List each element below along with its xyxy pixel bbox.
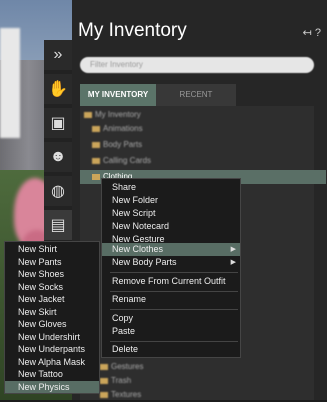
header-icons[interactable]: ↤ ?	[303, 26, 321, 39]
tree-row-label: Animations	[103, 124, 143, 133]
tree-row[interactable]: Gestures	[80, 360, 327, 374]
submenu-arrow-icon: ▶	[230, 259, 236, 266]
suitcase-icon[interactable]: ▤	[44, 210, 72, 240]
contact-card-icon[interactable]: ▣	[44, 108, 72, 138]
menu-item-new-clothes[interactable]: New Clothes ▶	[102, 243, 240, 256]
submenu-item-new-jacket[interactable]: New Jacket	[5, 293, 99, 305]
menu-item-remove-from-outfit[interactable]: Remove From Current Outfit	[102, 275, 240, 288]
folder-icon	[100, 391, 108, 398]
filter-input[interactable]: Filter Inventory	[80, 57, 314, 73]
folder-icon	[100, 377, 108, 384]
submenu-item-new-physics[interactable]: New Physics	[5, 381, 99, 393]
submenu-item-new-tattoo[interactable]: New Tattoo	[5, 368, 99, 380]
menu-item-new-body-parts[interactable]: New Body Parts ▶	[102, 256, 240, 269]
new-clothes-submenu: New Shirt New Pants New Shoes New Socks …	[4, 241, 100, 394]
menu-item-copy[interactable]: Copy	[102, 312, 240, 325]
submenu-item-new-gloves[interactable]: New Gloves	[5, 318, 99, 330]
folder-icon	[92, 173, 100, 180]
menu-item-paste[interactable]: Paste	[102, 325, 240, 338]
side-toolbar: » ✋ ▣ ☻ ◍ ▤	[44, 40, 72, 250]
context-menu: Share New Folder New Script New Notecard…	[101, 178, 241, 358]
submenu-item-new-socks[interactable]: New Socks	[5, 281, 99, 293]
tree-row-label: Trash	[111, 376, 132, 385]
tree-row[interactable]: Body Parts	[80, 138, 326, 152]
menu-item-label: New Body Parts	[112, 257, 177, 267]
menu-separator	[110, 272, 238, 273]
tree-row[interactable]: Animations	[80, 122, 326, 136]
white-structure	[0, 28, 20, 138]
folder-icon	[92, 157, 100, 164]
tree-row[interactable]: Trash	[80, 374, 327, 388]
submenu-item-new-underpants[interactable]: New Underpants	[5, 343, 99, 355]
submenu-item-new-shoes[interactable]: New Shoes	[5, 268, 99, 280]
submenu-item-new-shirt[interactable]: New Shirt	[5, 243, 99, 255]
panel-title: My Inventory	[78, 20, 187, 41]
menu-separator	[110, 291, 238, 292]
submenu-item-new-pants[interactable]: New Pants	[5, 256, 99, 268]
tree-row-label: Calling Cards	[103, 156, 152, 165]
menu-item-rename[interactable]: Rename	[102, 293, 240, 306]
folder-icon	[84, 111, 92, 118]
menu-separator	[110, 309, 238, 310]
chevrons-right-icon[interactable]: »	[44, 40, 72, 70]
hand-icon[interactable]: ✋	[44, 74, 72, 104]
menu-item-share[interactable]: Share	[102, 181, 240, 194]
tree-row-label: My Inventory	[95, 110, 141, 119]
submenu-item-new-skirt[interactable]: New Skirt	[5, 306, 99, 318]
folder-icon	[92, 141, 100, 148]
tab-recent[interactable]: RECENT	[156, 84, 236, 106]
globe-icon[interactable]: ◍	[44, 176, 72, 206]
folder-icon	[92, 125, 100, 132]
tab-my-inventory[interactable]: MY INVENTORY	[80, 84, 156, 106]
people-icon[interactable]: ☻	[44, 142, 72, 172]
submenu-item-new-alpha-mask[interactable]: New Alpha Mask	[5, 356, 99, 368]
menu-item-label: New Clothes	[112, 244, 164, 254]
menu-item-new-script[interactable]: New Script	[102, 207, 240, 220]
folder-icon	[100, 363, 108, 370]
menu-item-new-notecard[interactable]: New Notecard	[102, 220, 240, 233]
tree-row[interactable]: Calling Cards	[80, 154, 326, 168]
tree-row-label: Body Parts	[103, 140, 143, 149]
submenu-arrow-icon: ▶	[230, 246, 236, 253]
menu-item-delete[interactable]: Delete	[102, 343, 240, 356]
submenu-item-new-undershirt[interactable]: New Undershirt	[5, 331, 99, 343]
tree-row-label: Gestures	[111, 362, 144, 371]
menu-separator	[110, 341, 238, 342]
tree-row[interactable]: My Inventory	[80, 108, 318, 122]
menu-item-new-folder[interactable]: New Folder	[102, 194, 240, 207]
tree-row-label: Textures	[111, 390, 142, 399]
